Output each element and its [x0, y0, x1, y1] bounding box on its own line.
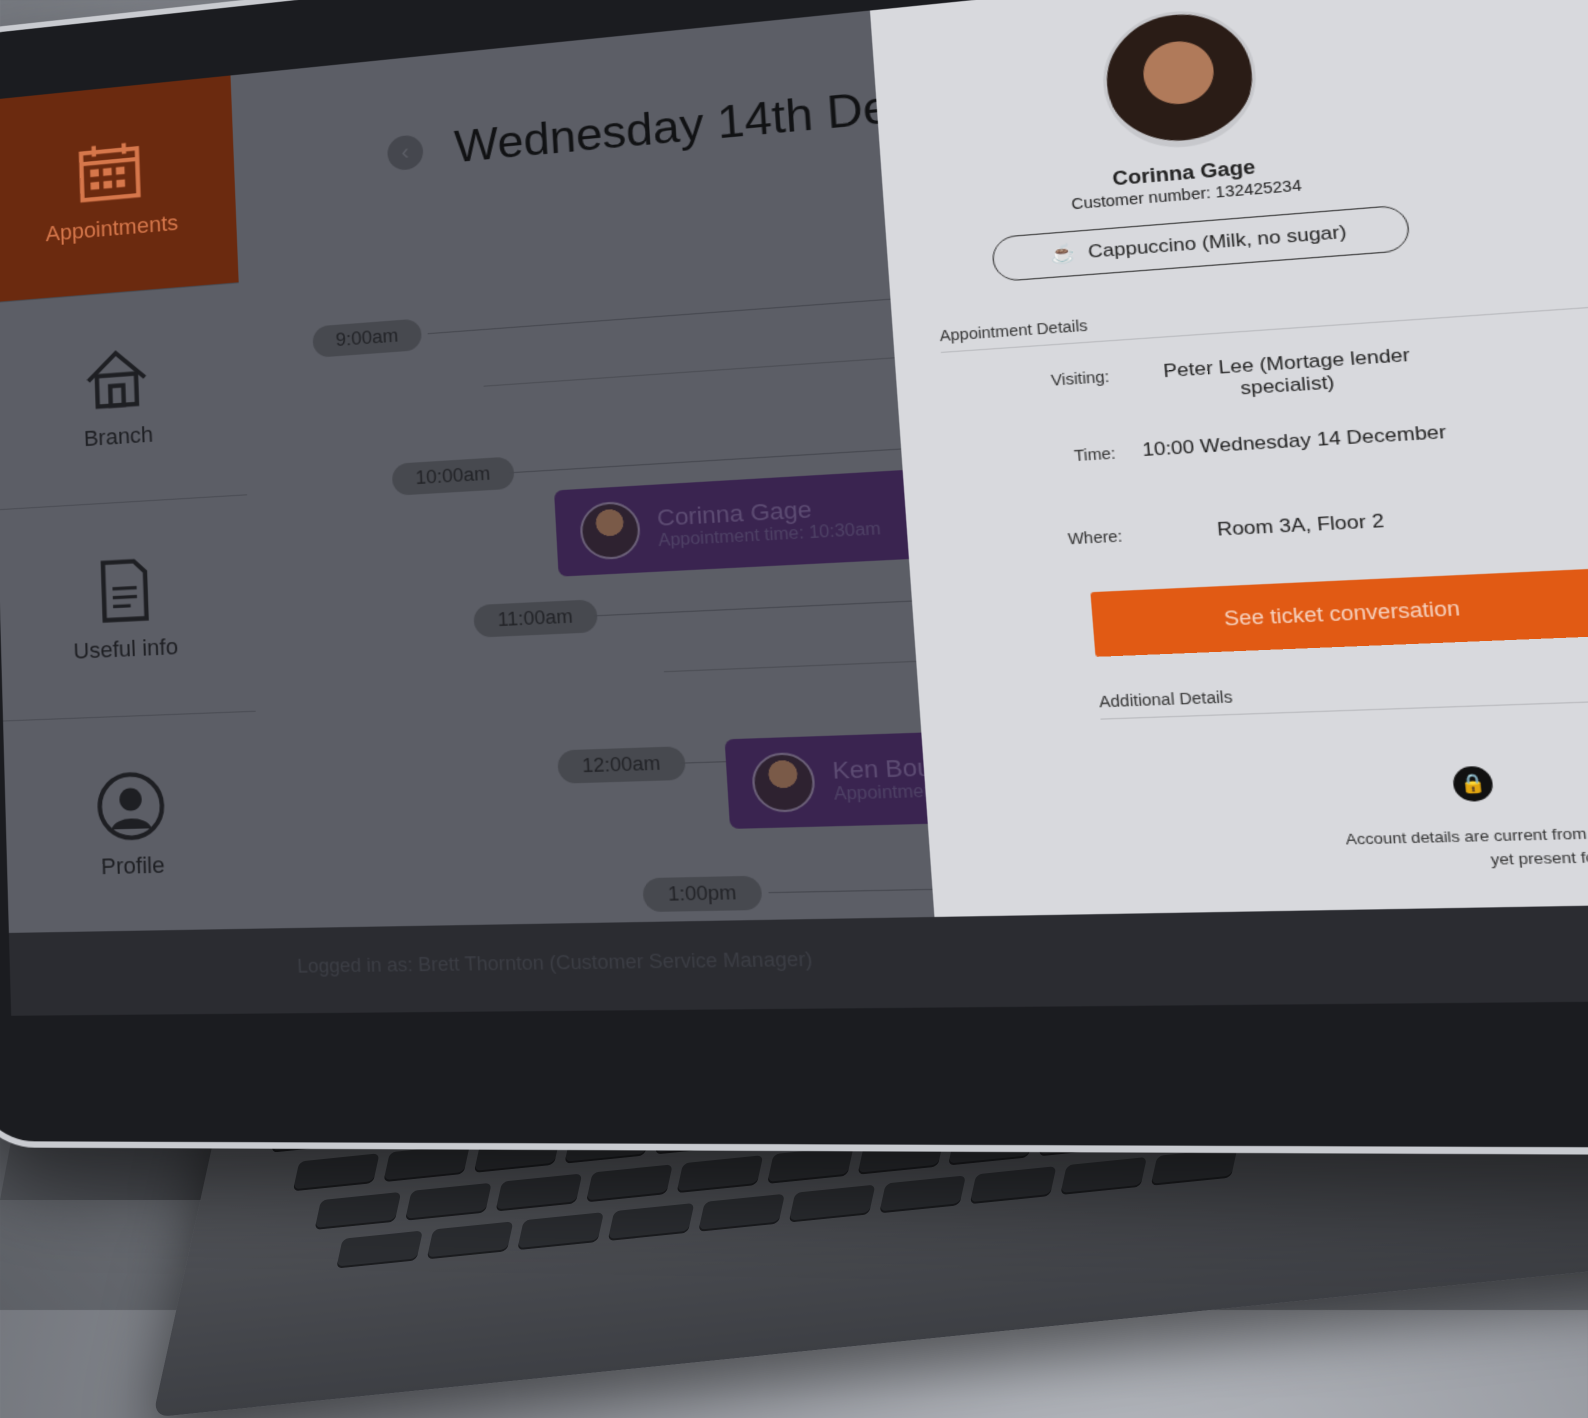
key: [767, 1146, 854, 1184]
nav-label-appointments: Appointments: [45, 210, 178, 247]
nav-label-branch: Branch: [83, 422, 153, 453]
key: [293, 1153, 380, 1191]
key: [676, 1155, 763, 1193]
where-value: Room 3A, Floor 2: [1131, 505, 1474, 545]
nav-item-profile[interactable]: Profile: [3, 712, 264, 937]
key: [383, 1144, 470, 1182]
account-note: Account details are current from view. A…: [1335, 818, 1588, 874]
visiting-value: Peter Lee (Mortage lender specialist): [1118, 341, 1460, 407]
visiting-label: Visiting:: [943, 364, 1112, 418]
visiting-row: Visiting: Peter Lee (Mortage lender spec…: [943, 341, 1460, 419]
appointment-info: Corinna Gage Appointment time: 10:30am: [656, 492, 881, 551]
chevron-left-icon: ‹: [401, 139, 410, 166]
key: [608, 1203, 695, 1241]
see-ticket-button[interactable]: See ticket conversation: [1090, 569, 1588, 657]
avatar: [579, 500, 642, 560]
key: [314, 1192, 401, 1230]
time-value: 10:00 Wednesday 14 December: [1124, 420, 1465, 462]
nav-label-useful-info: Useful info: [73, 634, 179, 665]
avatar: [751, 752, 817, 813]
key: [405, 1183, 492, 1221]
sidebar: Appointments Branch Useful info Profile: [0, 75, 264, 932]
nav-item-appointments[interactable]: Appointments: [0, 75, 239, 303]
key: [517, 1212, 604, 1250]
key: [1151, 1148, 1238, 1186]
nav-item-branch[interactable]: Branch: [0, 283, 247, 510]
customer-photo: [1098, 4, 1261, 153]
where-label: Where:: [954, 524, 1123, 555]
time-label: 12:00am: [557, 746, 686, 784]
time-label: 1:00pm: [642, 876, 763, 912]
appointment-details-title: Appointment Details: [939, 317, 1088, 345]
lock-icon: 🔒: [1452, 766, 1495, 802]
key: [698, 1194, 785, 1232]
page-title: Wednesday 14th Dece: [453, 77, 946, 174]
time-label: 9:00am: [312, 318, 422, 357]
tablet-device: Appointments Branch Useful info Profile: [0, 0, 1588, 1149]
time-label: Time:: [948, 441, 1116, 473]
coffee-icon: ☕: [1050, 243, 1077, 266]
key: [1060, 1157, 1147, 1195]
key: [336, 1231, 423, 1269]
document-icon: [87, 553, 160, 627]
back-button[interactable]: ‹: [387, 134, 424, 171]
additional-details-title: Additional Details: [1098, 688, 1233, 711]
date-header: ‹ Wednesday 14th Dece: [386, 77, 945, 180]
nav-item-useful-info[interactable]: Useful info: [0, 495, 256, 721]
calendar-icon: [74, 135, 145, 209]
home-icon: [81, 342, 153, 416]
logged-in-label: Logged in as: Brett Thornton (Customer S…: [297, 948, 813, 977]
profile-icon: [94, 769, 167, 843]
time-label: 10:00am: [392, 456, 515, 495]
key: [495, 1174, 582, 1212]
time-label: 11:00am: [473, 599, 598, 637]
key: [427, 1221, 514, 1259]
customer-detail-panel: Corinna Gage Customer number: 132425234 …: [870, 0, 1588, 917]
nav-label-profile: Profile: [101, 852, 165, 880]
drink-label: Cappuccino (Milk, no sugar): [1087, 221, 1347, 263]
key: [879, 1175, 966, 1213]
key: [789, 1185, 876, 1223]
time-row: Time: 10:00 Wednesday 14 December: [948, 420, 1466, 473]
key: [586, 1164, 673, 1202]
key: [970, 1166, 1057, 1204]
where-row: Where: Room 3A, Floor 2: [954, 505, 1474, 554]
app-screen: Appointments Branch Useful info Profile: [0, 0, 1588, 1016]
drink-preference: ☕ Cappuccino (Milk, no sugar): [991, 204, 1411, 282]
